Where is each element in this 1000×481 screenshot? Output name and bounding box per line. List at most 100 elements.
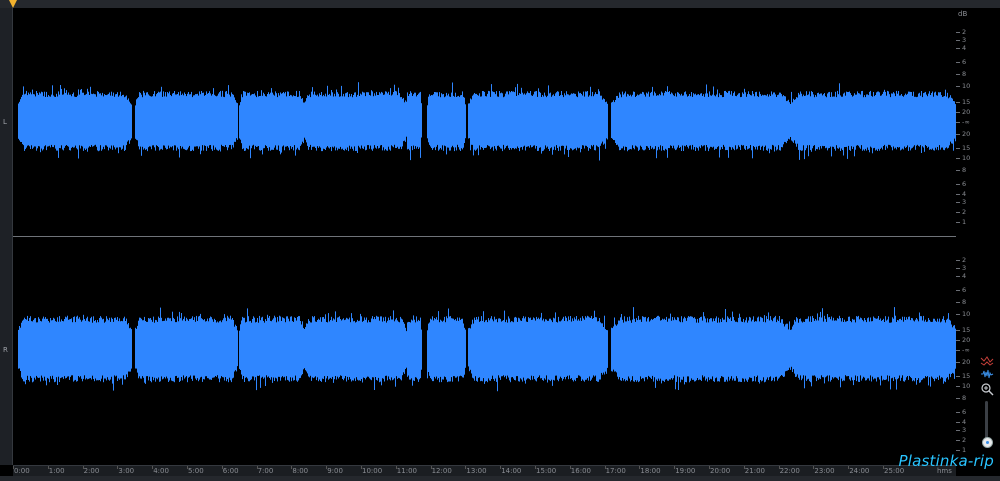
left-db-label: -∞: [962, 118, 970, 126]
time-label: 3:00: [118, 467, 135, 475]
db-ruler: 2 3 4 6 8 10 15 20 -∞ 20 15 10 8 6 4 3 2 1 2 3 4 6 8 10 15 20 -∞ 20…: [956, 8, 978, 465]
time-label: 18:00: [640, 467, 661, 475]
db-tick: [956, 158, 960, 159]
right-db-label: 20: [962, 358, 971, 366]
time-label: 15:00: [536, 467, 557, 475]
time-label: 9:00: [327, 467, 343, 475]
right-db-label: 4: [962, 418, 967, 426]
zoom-in-icon[interactable]: [980, 382, 994, 396]
time-label: 8:00: [292, 467, 309, 475]
db-tick: [956, 302, 960, 303]
db-tick: [956, 350, 960, 351]
left-channel-waveform: [18, 82, 956, 161]
time-label: 22:00: [779, 467, 800, 475]
db-tick: [956, 40, 960, 41]
db-tick: [956, 48, 960, 49]
left-db-label: 1: [962, 218, 967, 226]
db-tick: [956, 148, 960, 149]
left-db-label: 2: [962, 208, 967, 216]
db-tick: [956, 330, 960, 331]
time-label: 13:00: [466, 467, 487, 475]
db-tick: [956, 276, 960, 277]
right-db-label: 6: [962, 286, 967, 294]
db-tick: [956, 314, 960, 315]
left-db-label: 2: [962, 28, 967, 36]
db-tick: [956, 222, 960, 223]
right-db-label: 10: [962, 382, 971, 390]
right-db-label: 6: [962, 408, 967, 416]
db-tick: [956, 134, 960, 135]
db-tick: [956, 362, 960, 363]
left-db-label: 15: [962, 98, 971, 106]
right-db-label: -∞: [962, 346, 970, 354]
time-label: 21:00: [744, 467, 765, 475]
right-db-label: 3: [962, 264, 967, 272]
db-tick: [956, 398, 960, 399]
left-db-label: 8: [962, 70, 967, 78]
time-label: 10:00: [362, 467, 383, 475]
time-label: 20:00: [710, 467, 731, 475]
db-tick: [956, 102, 960, 103]
left-db-label: 6: [962, 58, 967, 66]
db-tick: [956, 170, 960, 171]
db-unit-label: dB: [958, 10, 968, 18]
right-channel-label[interactable]: R: [3, 346, 8, 354]
db-tick: [956, 62, 960, 63]
left-db-label: 3: [962, 198, 967, 206]
db-tick: [956, 440, 960, 441]
db-tick: [956, 74, 960, 75]
db-tick: [956, 112, 960, 113]
right-db-label: 20: [962, 336, 971, 344]
right-db-label: 2: [962, 436, 967, 444]
time-label: 24:00: [849, 467, 870, 475]
left-db-label: 20: [962, 130, 971, 138]
right-db-label: 2: [962, 256, 967, 264]
playhead-marker[interactable]: [9, 0, 17, 8]
left-db-label: 8: [962, 166, 967, 174]
db-tick: [956, 268, 960, 269]
db-tick: [956, 212, 960, 213]
zoom-slider-handle[interactable]: [982, 437, 993, 448]
left-db-label: 6: [962, 180, 967, 188]
db-tick: [956, 376, 960, 377]
waveform-icon[interactable]: [980, 369, 994, 379]
watermark-text: Plastinka-rip: [898, 452, 994, 470]
time-label: 1:00: [48, 467, 65, 475]
right-db-label: 10: [962, 310, 971, 318]
time-label: 2:00: [83, 467, 100, 475]
db-tick: [956, 430, 960, 431]
db-tick: [956, 450, 960, 451]
db-tick: [956, 184, 960, 185]
time-label: 4:00: [153, 467, 169, 475]
db-tick: [956, 86, 960, 87]
time-label: 7:00: [257, 467, 274, 475]
right-channel-waveform: [18, 307, 956, 392]
timeline-overview-strip[interactable]: [0, 0, 1000, 8]
right-db-label: 8: [962, 298, 967, 306]
db-tick: [956, 194, 960, 195]
time-label: 12:00: [431, 467, 452, 475]
db-tick: [956, 122, 960, 123]
db-tick: [956, 32, 960, 33]
time-label: 19:00: [675, 467, 696, 475]
channel-gutter: L R: [0, 8, 13, 465]
view-controls-panel: [978, 8, 1000, 465]
status-bar: [0, 476, 1000, 481]
left-db-label: 4: [962, 190, 967, 198]
right-db-label: 15: [962, 326, 971, 334]
db-tick: [956, 422, 960, 423]
spectrum-icon[interactable]: [980, 356, 994, 366]
right-db-label: 15: [962, 372, 971, 380]
left-channel-label[interactable]: L: [3, 118, 7, 126]
channel-divider: [13, 236, 956, 237]
time-label: 0:00: [14, 467, 30, 475]
db-tick: [956, 202, 960, 203]
right-db-label: 8: [962, 394, 967, 402]
right-db-label: 4: [962, 272, 967, 280]
left-db-label: 20: [962, 108, 971, 116]
db-tick: [956, 386, 960, 387]
left-db-label: 3: [962, 36, 967, 44]
time-label: 5:00: [188, 467, 204, 475]
left-db-label: 4: [962, 44, 967, 52]
left-db-label: 10: [962, 154, 971, 162]
